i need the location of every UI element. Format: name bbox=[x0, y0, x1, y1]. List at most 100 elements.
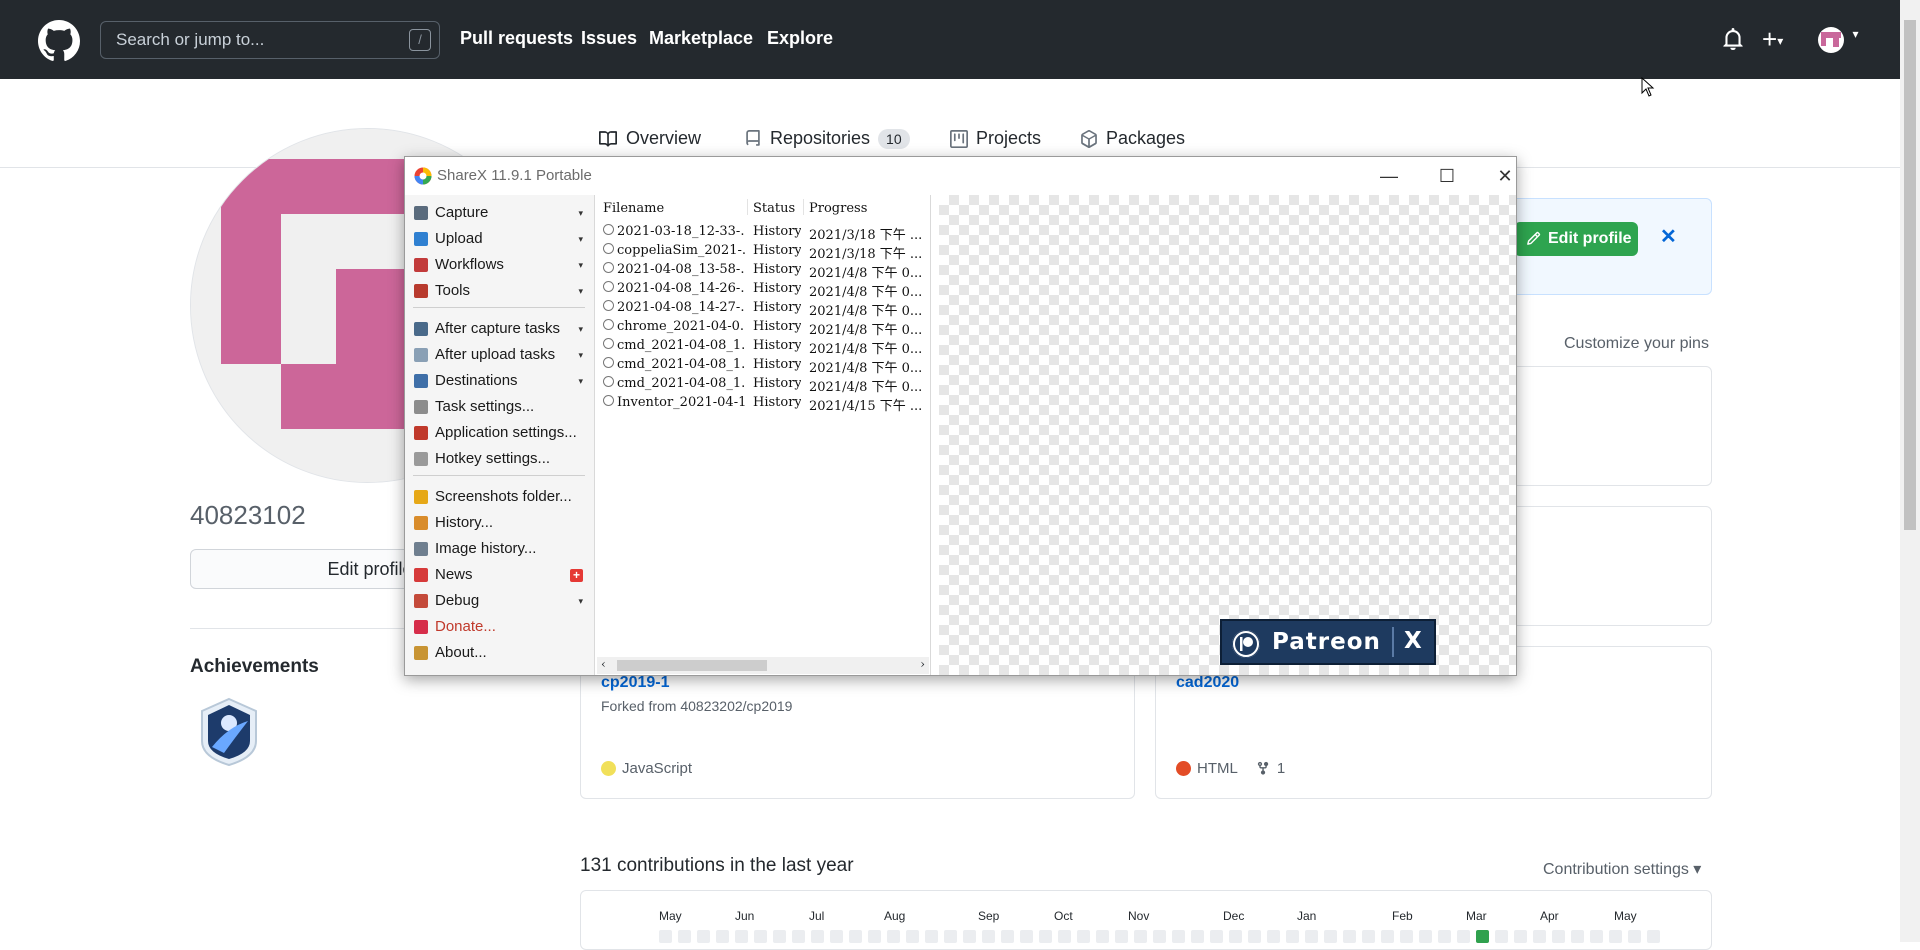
contribution-day-cell[interactable] bbox=[1495, 930, 1508, 943]
menu-item-workflows[interactable]: Workflows ▾ bbox=[405, 253, 593, 277]
menu-item-task-settings[interactable]: Task settings... bbox=[405, 395, 593, 419]
edit-profile-primary-button[interactable]: Edit profile bbox=[1514, 222, 1638, 256]
contribution-day-cell[interactable] bbox=[1096, 930, 1109, 943]
user-avatar-menu[interactable]: ▾ bbox=[1818, 27, 1858, 58]
close-button[interactable]: ✕ bbox=[1485, 163, 1525, 189]
contribution-day-cell[interactable] bbox=[1571, 930, 1584, 943]
task-row[interactable]: 2021-04-08_14-26-... History 2021/4/8 下午 0… bbox=[597, 280, 929, 300]
contribution-day-cell[interactable] bbox=[982, 930, 995, 943]
contribution-day-cell[interactable] bbox=[1400, 930, 1413, 943]
tab-packages[interactable]: Packages bbox=[1080, 128, 1185, 149]
contribution-day-cell[interactable] bbox=[1438, 930, 1451, 943]
menu-item-news[interactable]: News + bbox=[405, 563, 593, 587]
contribution-day-cell[interactable] bbox=[1077, 930, 1090, 943]
notification-bell-icon[interactable] bbox=[1722, 27, 1744, 51]
menu-item-tools[interactable]: Tools ▾ bbox=[405, 279, 593, 303]
contribution-day-cell[interactable] bbox=[1039, 930, 1052, 943]
contribution-day-cell[interactable] bbox=[1419, 930, 1432, 943]
tab-repositories[interactable]: Repositories 10 bbox=[744, 128, 910, 149]
create-new-menu[interactable]: +▾ bbox=[1762, 26, 1783, 54]
contribution-day-cell[interactable] bbox=[678, 930, 691, 943]
contribution-day-cell[interactable] bbox=[963, 930, 976, 943]
task-row[interactable]: 2021-04-08_13-58-... History 2021/4/8 下午 0… bbox=[597, 261, 929, 281]
contribution-day-cell[interactable] bbox=[811, 930, 824, 943]
github-logo-icon[interactable] bbox=[38, 20, 80, 62]
contribution-day-cell[interactable] bbox=[659, 930, 672, 943]
column-header-status[interactable]: Status bbox=[753, 201, 795, 216]
menu-item-image-history[interactable]: Image history... bbox=[405, 537, 593, 561]
contribution-day-cell[interactable] bbox=[1552, 930, 1565, 943]
task-row[interactable]: 2021-03-18_12-33-... History 2021/3/18 下午 … bbox=[597, 223, 929, 243]
contribution-day-cell[interactable] bbox=[1533, 930, 1546, 943]
menu-item-about[interactable]: About... bbox=[405, 641, 593, 665]
task-row[interactable]: 2021-04-08_14-27-... History 2021/4/8 下午 0… bbox=[597, 299, 929, 319]
contribution-day-cell[interactable] bbox=[1058, 930, 1071, 943]
close-patreon-icon[interactable]: X bbox=[1404, 628, 1422, 654]
contribution-day-cell[interactable] bbox=[716, 930, 729, 943]
menu-item-destinations[interactable]: Destinations ▾ bbox=[405, 369, 593, 393]
contribution-day-cell[interactable] bbox=[906, 930, 919, 943]
contribution-settings-dropdown[interactable]: Contribution settings ▾ bbox=[1543, 859, 1701, 879]
nav-marketplace[interactable]: Marketplace bbox=[649, 28, 753, 49]
contribution-day-cell[interactable] bbox=[792, 930, 805, 943]
contribution-day-cell[interactable] bbox=[1457, 930, 1470, 943]
contribution-day-cell[interactable] bbox=[1153, 930, 1166, 943]
page-scrollbar-thumb[interactable] bbox=[1904, 20, 1916, 530]
contribution-day-cell[interactable] bbox=[1324, 930, 1337, 943]
contribution-day-cell[interactable] bbox=[1115, 930, 1128, 943]
contribution-day-cell[interactable] bbox=[1476, 930, 1489, 943]
contribution-day-cell[interactable] bbox=[1647, 930, 1660, 943]
contribution-day-cell[interactable] bbox=[1020, 930, 1033, 943]
contribution-day-cell[interactable] bbox=[1628, 930, 1641, 943]
image-preview-area[interactable] bbox=[939, 195, 1516, 675]
scroll-left-icon[interactable]: ‹ bbox=[601, 657, 606, 671]
contribution-day-cell[interactable] bbox=[1514, 930, 1527, 943]
contribution-day-cell[interactable] bbox=[697, 930, 710, 943]
contribution-day-cell[interactable] bbox=[1248, 930, 1261, 943]
column-separator[interactable] bbox=[747, 199, 748, 215]
contribution-day-cell[interactable] bbox=[1343, 930, 1356, 943]
contribution-day-cell[interactable] bbox=[868, 930, 881, 943]
menu-item-hotkey-settings[interactable]: Hotkey settings... bbox=[405, 447, 593, 471]
contribution-day-cell[interactable] bbox=[1362, 930, 1375, 943]
close-notice-icon[interactable]: ✕ bbox=[1660, 224, 1677, 249]
task-row[interactable]: coppeliaSim_2021-... History 2021/3/18 下午 … bbox=[597, 242, 929, 262]
menu-item-capture[interactable]: Capture ▾ bbox=[405, 201, 593, 225]
sharex-task-list[interactable]: Filename Status Progress 2021-03-18_12-3… bbox=[597, 195, 931, 675]
contribution-day-cell[interactable] bbox=[1305, 930, 1318, 943]
contribution-day-cell[interactable] bbox=[773, 930, 786, 943]
task-row[interactable]: cmd_2021-04-08_1... History 2021/4/8 下午 0.… bbox=[597, 356, 929, 376]
task-row[interactable]: cmd_2021-04-08_1... History 2021/4/8 下午 0.… bbox=[597, 337, 929, 357]
contribution-day-cell[interactable] bbox=[849, 930, 862, 943]
column-header-filename[interactable]: Filename bbox=[603, 201, 664, 216]
contribution-day-cell[interactable] bbox=[754, 930, 767, 943]
menu-item-history[interactable]: History... bbox=[405, 511, 593, 535]
tab-projects[interactable]: Projects bbox=[950, 128, 1041, 149]
menu-item-debug[interactable]: Debug ▾ bbox=[405, 589, 593, 613]
contribution-day-cell[interactable] bbox=[1609, 930, 1622, 943]
customize-pins-link[interactable]: Customize your pins bbox=[1564, 335, 1709, 353]
contribution-day-cell[interactable] bbox=[735, 930, 748, 943]
contribution-day-cell[interactable] bbox=[830, 930, 843, 943]
horizontal-scrollbar-thumb[interactable] bbox=[617, 660, 767, 671]
contribution-day-cell[interactable] bbox=[925, 930, 938, 943]
contribution-day-cell[interactable] bbox=[1172, 930, 1185, 943]
menu-item-after-upload-tasks[interactable]: After upload tasks ▾ bbox=[405, 343, 593, 367]
contribution-day-cell[interactable] bbox=[1267, 930, 1280, 943]
sharex-titlebar[interactable]: ShareX 11.9.1 Portable — ☐ ✕ bbox=[405, 157, 1516, 195]
task-row[interactable]: chrome_2021-04-0... History 2021/4/8 下午 0.… bbox=[597, 318, 929, 338]
menu-item-after-capture-tasks[interactable]: After capture tasks ▾ bbox=[405, 317, 593, 341]
menu-item-upload[interactable]: Upload ▾ bbox=[405, 227, 593, 251]
contribution-day-cell[interactable] bbox=[1229, 930, 1242, 943]
achievement-badge-icon[interactable] bbox=[198, 697, 260, 767]
contribution-day-cell[interactable] bbox=[1134, 930, 1147, 943]
menu-item-application-settings[interactable]: Application settings... bbox=[405, 421, 593, 445]
contribution-day-cell[interactable] bbox=[887, 930, 900, 943]
contribution-day-cell[interactable] bbox=[1001, 930, 1014, 943]
contribution-day-cell[interactable] bbox=[1191, 930, 1204, 943]
minimize-button[interactable]: — bbox=[1369, 163, 1409, 189]
horizontal-scrollbar[interactable]: ‹ › bbox=[597, 657, 929, 674]
task-row[interactable]: cmd_2021-04-08_1... History 2021/4/8 下午 0.… bbox=[597, 375, 929, 395]
contribution-day-cell[interactable] bbox=[944, 930, 957, 943]
column-separator[interactable] bbox=[803, 199, 804, 215]
